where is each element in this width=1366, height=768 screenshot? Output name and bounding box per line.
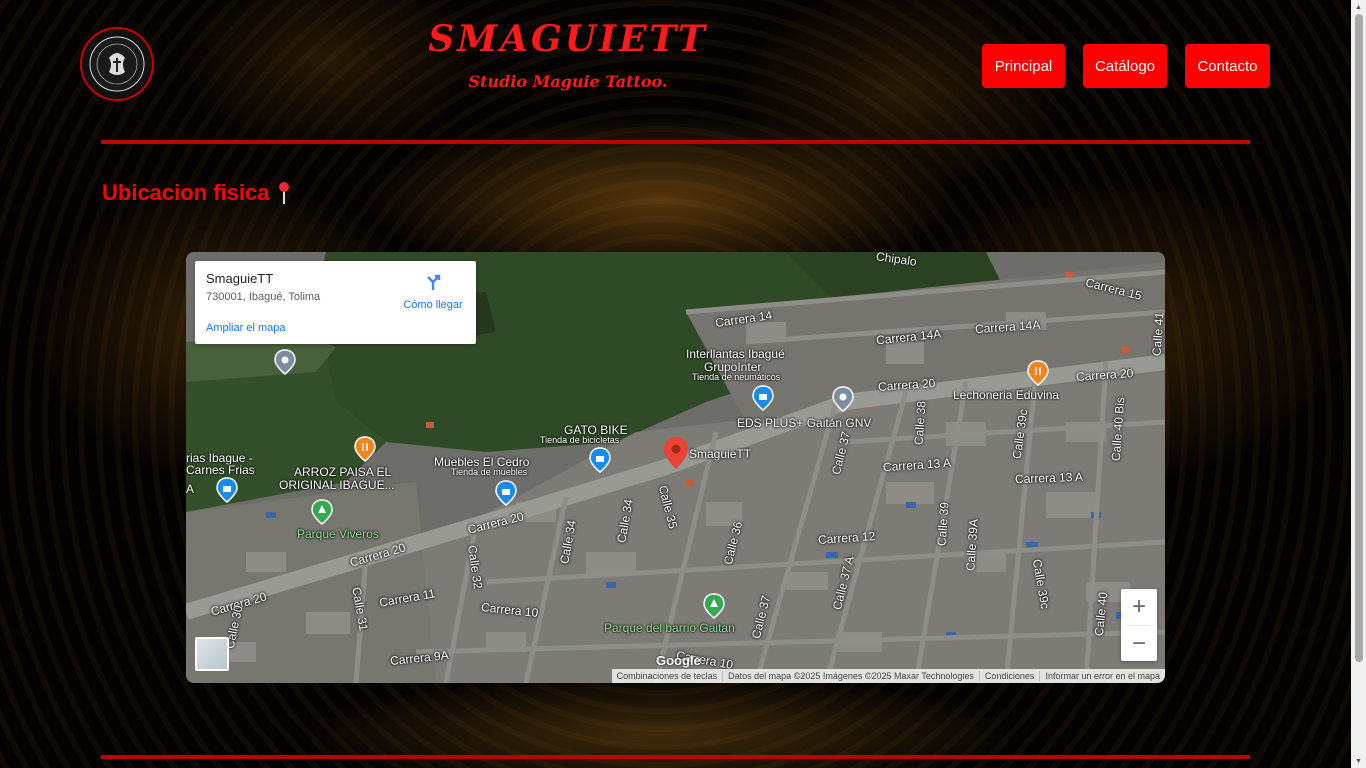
gas-station-pin-icon[interactable] bbox=[832, 386, 854, 412]
map-data-text: Datos del mapa ©2025 Imágenes ©2025 Maxa… bbox=[728, 671, 974, 681]
restaurant-pin-icon[interactable] bbox=[354, 436, 376, 462]
zoom-control: + − bbox=[1121, 589, 1157, 661]
google-logo: Google bbox=[656, 653, 701, 668]
zoom-in-button[interactable]: + bbox=[1121, 589, 1157, 625]
poi-frias-label-2[interactable]: Carnes Frias bbox=[186, 463, 255, 477]
directions-label: Cómo llegar bbox=[403, 299, 463, 311]
embedded-map[interactable]: SmaguieTT 730001, Ibagué, Tolima Ampliar… bbox=[186, 252, 1165, 683]
poi-bike-shop-sub: Tienda de bicicletas bbox=[540, 435, 620, 445]
header-divider bbox=[101, 140, 1250, 144]
place-info-card: SmaguieTT 730001, Ibagué, Tolima Ampliar… bbox=[195, 261, 476, 344]
poi-parque-viveros-label[interactable]: Parque Viveros bbox=[297, 527, 379, 541]
poi-edge-label: A bbox=[186, 482, 195, 496]
furniture-shop-pin-icon[interactable] bbox=[495, 480, 517, 506]
poi-eds-label[interactable]: EDS PLUS+ Gaitán GNV bbox=[737, 416, 871, 430]
logo-emblem-icon bbox=[89, 36, 145, 92]
report-error-link[interactable]: Informar un error en el mapa bbox=[1040, 671, 1165, 681]
scrollbar-thumb[interactable] bbox=[1355, 14, 1363, 662]
location-marker-icon[interactable] bbox=[663, 436, 689, 470]
place-address: 730001, Ibagué, Tolima bbox=[206, 291, 321, 303]
street-label: Calle 41 bbox=[1149, 311, 1165, 357]
tire-shop-pin-icon[interactable] bbox=[752, 385, 774, 411]
poi-arroz-paisa-label-2[interactable]: ORIGINAL IBAGUE... bbox=[279, 478, 395, 492]
zoom-out-button[interactable]: − bbox=[1121, 626, 1157, 662]
shop-pin-icon[interactable] bbox=[216, 477, 238, 503]
park-pin-icon[interactable] bbox=[703, 593, 725, 619]
poi-interllantas-label[interactable]: Interllantas Ibagué bbox=[686, 347, 785, 361]
bike-shop-pin-icon[interactable] bbox=[589, 447, 611, 473]
nav-catalogo-button[interactable]: Catálogo bbox=[1083, 44, 1167, 88]
poi-furniture-shop-sub: Tienda de muebles bbox=[451, 467, 528, 477]
page-scrollbar[interactable]: ▲ ▼ bbox=[1351, 0, 1366, 768]
poi-lechoneria-label[interactable]: Lechoneria Eduvina bbox=[953, 388, 1059, 402]
park-pin-icon[interactable] bbox=[311, 499, 333, 525]
directions-icon bbox=[427, 274, 441, 290]
marker-label[interactable]: SmaguieTT bbox=[689, 447, 751, 461]
poi-parque-gaitan-label[interactable]: Parque del barrio Gaitan bbox=[604, 621, 735, 635]
round-pushpin-icon bbox=[278, 182, 289, 204]
scroll-up-arrow-icon[interactable]: ▲ bbox=[1351, 0, 1366, 14]
place-pin-icon[interactable] bbox=[274, 349, 296, 375]
map-layer-toggle[interactable] bbox=[195, 637, 229, 671]
scroll-down-arrow-icon[interactable]: ▼ bbox=[1351, 754, 1366, 768]
terms-link[interactable]: Condiciones bbox=[980, 671, 1040, 681]
map-attribution-bar: Combinaciones de teclas Datos del mapa ©… bbox=[611, 669, 1165, 683]
poi-tire-shop-sub: Tienda de neumáticos bbox=[692, 372, 781, 382]
enlarge-map-link[interactable]: Ampliar el mapa bbox=[206, 322, 285, 334]
street-label: Carrera 13 A bbox=[1014, 469, 1084, 487]
keyboard-shortcuts-link[interactable]: Combinaciones de teclas bbox=[612, 671, 723, 681]
place-name: SmaguieTT bbox=[206, 271, 274, 286]
footer-divider bbox=[101, 755, 1250, 759]
section-title: Ubicacion fisica bbox=[102, 180, 290, 206]
directions-button[interactable]: Cómo llegar bbox=[398, 272, 468, 311]
section-title-text: Ubicacion fisica bbox=[102, 180, 270, 205]
brand-title: SMAGUIETT bbox=[428, 18, 708, 60]
poi-arroz-paisa-label-1[interactable]: ARROZ PAISA EL bbox=[294, 465, 391, 479]
nav-principal-button[interactable]: Principal bbox=[982, 44, 1065, 88]
site-logo[interactable] bbox=[80, 27, 154, 101]
restaurant-pin-icon[interactable] bbox=[1027, 360, 1049, 386]
brand-subtitle: Studio Maguie Tattoo. bbox=[468, 72, 668, 91]
nav-contacto-button[interactable]: Contacto bbox=[1185, 44, 1270, 88]
